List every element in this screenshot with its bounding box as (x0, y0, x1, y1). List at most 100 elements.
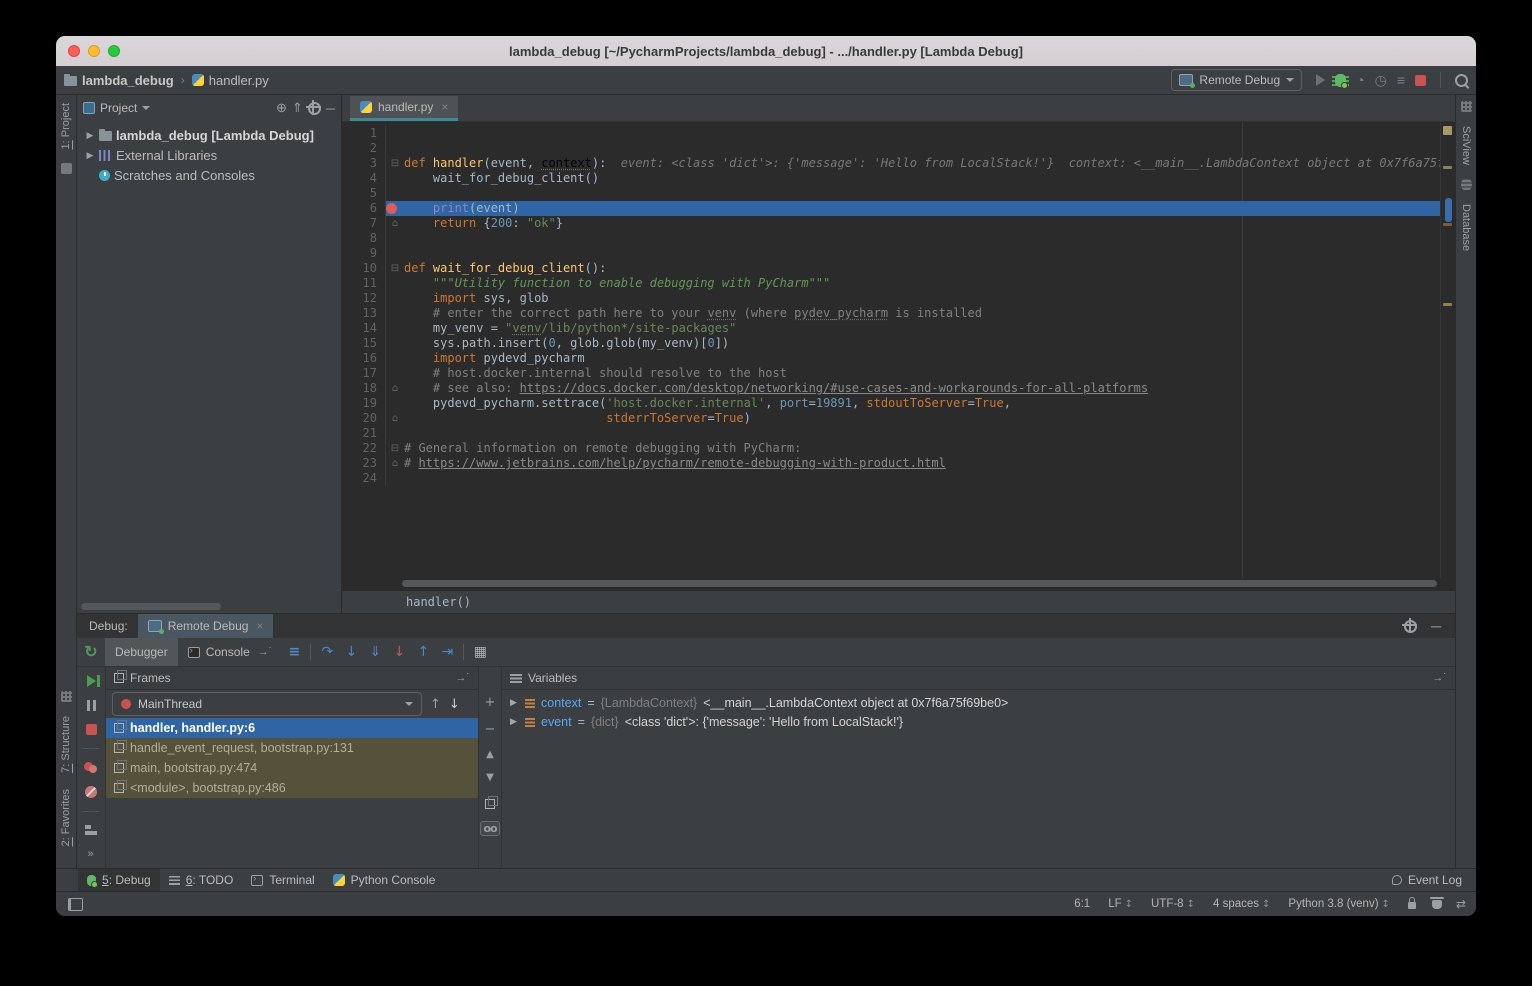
inspection-status-square[interactable] (1443, 126, 1452, 135)
stripe-mark[interactable] (1443, 223, 1452, 226)
step-over-icon[interactable]: ↷ (315, 641, 339, 663)
step-into-icon[interactable]: ↓ (339, 641, 363, 663)
search-everywhere-icon[interactable] (1455, 74, 1468, 87)
fold-marker-icon[interactable]: ⌂ (386, 411, 404, 426)
line-number[interactable]: 23 (342, 456, 386, 471)
rerun-icon[interactable]: ↻ (77, 642, 105, 662)
step-out-icon[interactable]: ↑ (411, 641, 435, 663)
restore-layout-icon[interactable] (85, 825, 97, 835)
line-number[interactable]: 19 (342, 396, 386, 411)
mute-breakpoints-icon[interactable] (85, 786, 97, 798)
line-number[interactable]: 12 (342, 291, 386, 306)
line-number[interactable]: 9 (342, 246, 386, 261)
fold-marker-icon[interactable]: ⊟ (386, 156, 404, 171)
breadcrumb-file[interactable]: handler.py (209, 73, 269, 88)
expand-arrow-icon[interactable]: ▶ (85, 150, 95, 161)
variable-row[interactable]: ▶event = {dict} <class 'dict'>: {'messag… (502, 712, 1455, 731)
stack-frame-row[interactable]: handler, handler.py:6 (106, 718, 478, 738)
debug-button[interactable] (1335, 74, 1346, 87)
expand-arrow-icon[interactable]: ▶ (510, 717, 519, 727)
code-area[interactable]: 123⊟def handler(event, context): event: … (342, 122, 1455, 578)
gear-icon[interactable] (308, 102, 321, 115)
pause-program-icon[interactable] (87, 700, 96, 711)
show-watches-icon[interactable]: oo (480, 821, 499, 836)
gear-icon[interactable] (1404, 620, 1417, 633)
project-tree-item[interactable]: ▶lambda_debug [Lambda Debug] (77, 125, 341, 145)
debug-session-tab[interactable]: Remote Debug × (138, 614, 274, 638)
thread-select[interactable]: MainThread (112, 692, 422, 716)
line-number[interactable]: 21 (342, 426, 386, 441)
stop-button[interactable] (1415, 75, 1426, 86)
tab-console[interactable]: Console →˙ (178, 638, 283, 666)
force-step-into-icon[interactable]: ⇓ (363, 641, 387, 663)
lock-icon[interactable] (1408, 902, 1416, 909)
line-number[interactable]: 17 (342, 366, 386, 381)
previous-frame-icon[interactable]: ↑ (430, 697, 441, 712)
view-breakpoints-grid-icon[interactable]: ▦ (468, 641, 492, 663)
error-stripe[interactable] (1440, 122, 1455, 578)
project-tree-item[interactable]: Scratches and Consoles (77, 165, 341, 185)
status-item[interactable]: 4 spaces↕ (1213, 898, 1270, 910)
stripe-mark[interactable] (1443, 303, 1452, 306)
duplicate-icon[interactable] (485, 799, 495, 809)
line-number[interactable]: 7 (342, 216, 386, 231)
line-number[interactable]: 2 (342, 141, 386, 156)
toolwindow-button-structure[interactable]: 7: Structure (60, 708, 72, 781)
run-to-cursor-icon[interactable]: ⇥ (435, 641, 459, 663)
expand-arrow-icon[interactable]: ▶ (85, 130, 95, 141)
toolwindow-tab-python-console[interactable]: Python Console (324, 869, 445, 891)
toolwindow-button-project[interactable]: 1: Project (60, 95, 72, 157)
line-number[interactable]: 6 (342, 201, 386, 216)
tab-debugger[interactable]: Debugger (105, 638, 178, 666)
stop-icon[interactable] (86, 724, 97, 735)
stack-frame-row[interactable]: <module>, bootstrap.py:486 (106, 778, 478, 798)
fold-marker-icon[interactable]: ⊟ (386, 261, 404, 276)
project-view-select[interactable]: Project (100, 101, 137, 115)
fold-marker-icon[interactable]: ⊟ (386, 441, 404, 456)
step-into-my-code-icon[interactable]: ↓ (387, 641, 411, 663)
remove-watch-icon[interactable]: − (485, 722, 496, 737)
pin-icon[interactable]: →˙ (455, 672, 470, 684)
editor-tab-handler-py[interactable]: handler.py × (350, 96, 458, 121)
editor-hscrollbar[interactable] (402, 580, 1437, 587)
project-hscrollbar[interactable] (81, 603, 221, 610)
line-number[interactable]: 18 (342, 381, 386, 396)
add-watch-icon[interactable]: + (485, 695, 496, 710)
status-item[interactable]: 6:1 (1074, 898, 1090, 910)
line-number[interactable]: 15 (342, 336, 386, 351)
pin-icon[interactable]: →˙ (1432, 672, 1447, 684)
breadcrumb-project[interactable]: lambda_debug (82, 73, 174, 88)
run-configuration-select[interactable]: Remote Debug (1171, 69, 1302, 91)
line-number[interactable]: 14 (342, 321, 386, 336)
close-icon[interactable]: × (256, 619, 263, 633)
line-number[interactable]: 22 (342, 441, 386, 456)
collapse-all-icon[interactable]: ⇑ (292, 100, 303, 116)
fold-marker-icon[interactable]: ⌂ (386, 456, 404, 471)
line-number[interactable]: 5 (342, 186, 386, 201)
inspections-profile-icon[interactable] (1432, 900, 1442, 909)
line-number[interactable]: 4 (342, 171, 386, 186)
move-down-icon[interactable]: ▼ (486, 772, 494, 783)
line-number[interactable]: 8 (342, 231, 386, 246)
line-number[interactable]: 24 (342, 471, 386, 486)
resume-program-icon[interactable] (87, 675, 96, 687)
chevron-down-icon[interactable] (142, 106, 150, 114)
status-item[interactable]: LF↕ (1108, 898, 1133, 910)
toolwindow-toggle-icon[interactable] (68, 898, 83, 911)
toolwindow-tab-terminal[interactable]: Terminal (242, 869, 323, 891)
line-number[interactable]: 20 (342, 411, 386, 426)
fold-marker-icon[interactable]: ⌂ (386, 216, 404, 231)
status-item[interactable]: UTF-8↕ (1151, 898, 1195, 910)
fold-marker-icon[interactable]: ⌂ (386, 381, 404, 396)
line-number[interactable]: 13 (342, 306, 386, 321)
more-icon[interactable]: » (87, 848, 94, 860)
sync-icon[interactable]: ⇄ (1456, 897, 1466, 911)
event-log-button[interactable]: Event Log (1392, 873, 1476, 887)
profiler-icon[interactable]: ◷ (1375, 72, 1387, 89)
concurrency-icon[interactable]: ≡ (1397, 72, 1405, 88)
move-up-icon[interactable]: ▲ (486, 749, 494, 760)
threads-view-icon[interactable]: ≡ (282, 641, 306, 663)
line-number[interactable]: 1 (342, 126, 386, 141)
run-button[interactable] (1316, 74, 1325, 86)
toolwindow-tab-todo[interactable]: 6: TODO (160, 869, 243, 891)
